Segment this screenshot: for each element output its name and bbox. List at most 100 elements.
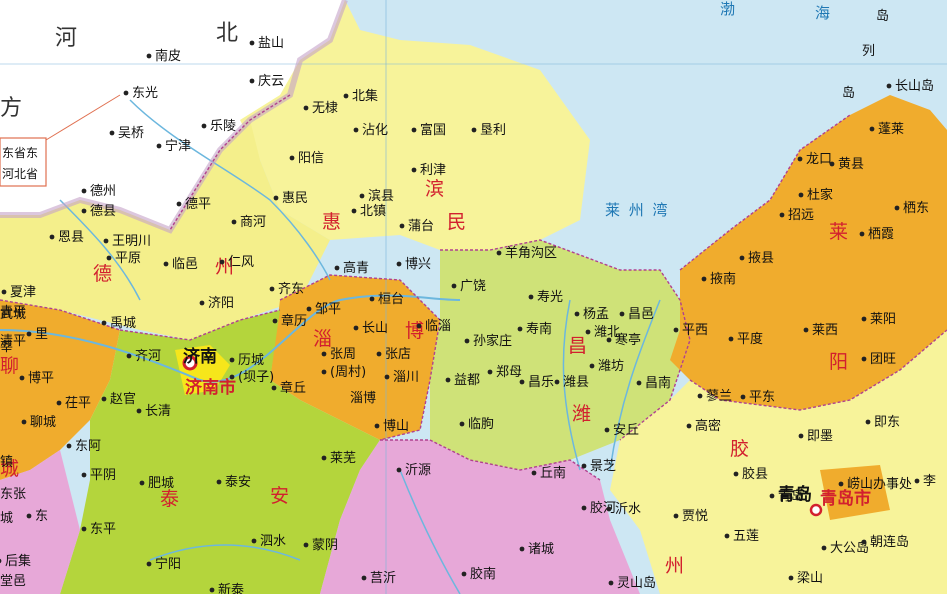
place-dot: [359, 193, 365, 199]
place-label: 高密: [695, 418, 721, 434]
place-dot: [581, 463, 587, 469]
region-an: 安: [270, 485, 289, 507]
place-label: 齐东: [278, 281, 304, 297]
place-dot: [163, 261, 169, 267]
place-label: 北集: [352, 88, 378, 104]
place-dot: [384, 374, 390, 380]
place-dot: [353, 127, 359, 133]
place-label: 平西: [682, 323, 708, 338]
place-label: (周村): [330, 365, 366, 380]
place-label: 广饶: [460, 279, 486, 294]
place-dot: [19, 375, 25, 381]
map-canvas: 东省东 河北省 河 北 方 渤 海 莱 州 湾 岛 列 岛 德 州 惠 民 滨 …: [0, 0, 947, 594]
place-label: 蒲台: [408, 219, 434, 234]
place-dot: [487, 369, 493, 375]
place-dot: [306, 306, 312, 312]
place-dot: [146, 53, 152, 59]
place-dot: [686, 423, 692, 429]
place-label: 北镇: [360, 204, 386, 219]
place-label: 青平: [0, 305, 26, 320]
place-dot: [216, 479, 222, 485]
place-label: 里: [35, 327, 48, 342]
place-dot: [740, 394, 746, 400]
place-label: 胶南: [470, 566, 496, 582]
place-label: 朝连岛: [870, 534, 909, 550]
place-dot: [321, 369, 327, 375]
region-hui: 惠: [322, 211, 341, 233]
place-label: 垦利: [480, 123, 506, 138]
place-label: 德县: [90, 204, 116, 219]
place-dot: [201, 123, 207, 129]
place-label: 长山: [362, 321, 388, 336]
place-label: 莒沂: [370, 571, 396, 586]
place-dot: [459, 421, 465, 427]
place-label: 张周: [330, 347, 356, 362]
place-dot: [519, 546, 525, 552]
sea-lie: 列: [862, 44, 875, 59]
place-dot: [146, 561, 152, 567]
place-label: 平度: [737, 331, 763, 347]
place-dot: [445, 377, 451, 383]
place-label: 德州: [90, 184, 116, 199]
place-label: 商河: [240, 215, 266, 230]
place-label: 恩县: [58, 230, 84, 245]
place-label: 王明川: [112, 234, 151, 249]
place-label: 潍坊: [598, 359, 624, 374]
place-dot: [821, 545, 827, 551]
place-dot: [81, 188, 87, 194]
place-label: 昌邑: [628, 307, 654, 322]
place-label: 博山: [383, 419, 409, 434]
place-dot: [101, 320, 107, 326]
place-dot: [585, 329, 591, 335]
place-dot: [886, 83, 892, 89]
place-dot: [636, 380, 642, 386]
place-dot: [914, 478, 920, 484]
place-label: 昌南: [645, 375, 671, 391]
city-jinan-shi: 济南市: [185, 377, 236, 398]
place-label: 阳信: [298, 151, 324, 166]
place-label: 历城: [238, 353, 264, 368]
place-dot: [303, 105, 309, 111]
place-dot: [81, 526, 87, 532]
place-label: 贾悦: [682, 509, 708, 524]
place-label: 赵官: [110, 391, 136, 407]
place-dot: [303, 542, 309, 548]
place-label: 富国: [420, 122, 446, 138]
place-dot: [209, 587, 215, 593]
legend-line1: 东省东: [2, 146, 38, 160]
place-dot: [106, 255, 112, 261]
place-dot: [451, 283, 457, 289]
region-bo: 博: [405, 320, 424, 342]
place-label: 泰安: [225, 475, 251, 490]
place-dot: [361, 575, 367, 581]
place-label: 惠民: [282, 191, 308, 206]
place-label: 沾化: [362, 123, 388, 138]
region-wei: 潍: [572, 403, 591, 425]
place-dot: [103, 238, 109, 244]
place-label: 龙口: [806, 152, 832, 167]
place-label: 张店: [385, 347, 411, 362]
place-label: 安丘: [613, 423, 639, 438]
place-label: 胶县: [742, 466, 768, 482]
place-label: 五莲: [733, 529, 759, 544]
sea-bo: 渤: [720, 0, 737, 18]
place-dot: [249, 78, 255, 84]
region-yang: 阳: [829, 351, 848, 373]
place-label: 夏津: [10, 285, 36, 300]
place-label: 平东: [749, 390, 775, 405]
place-label: 蓼兰: [706, 389, 732, 404]
place-dot: [251, 538, 257, 544]
place-label: 德平: [185, 197, 211, 212]
place-dot: [229, 357, 235, 363]
place-label: 博平: [28, 371, 54, 386]
place-label: 临朐: [468, 417, 494, 432]
place-label: 孙家庄: [473, 333, 512, 349]
place-dot: [66, 443, 72, 449]
place-label: 黄县: [838, 157, 864, 172]
place-dot: [797, 156, 803, 162]
place-dot: [519, 379, 525, 385]
place-dot: [396, 467, 402, 473]
place-label: 禹城: [110, 316, 136, 331]
place-dot: [126, 353, 132, 359]
place-dot: [81, 208, 87, 214]
